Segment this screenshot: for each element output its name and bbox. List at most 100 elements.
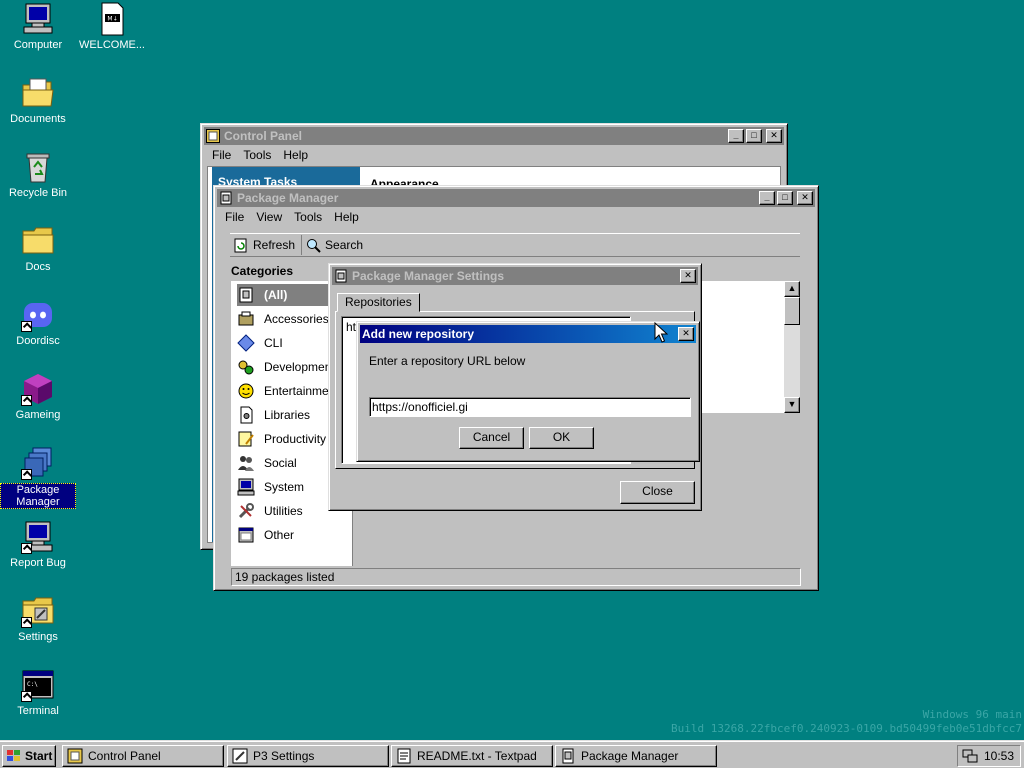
category-other[interactable]: Other <box>237 524 294 546</box>
watermark-build: Build 13268.22fbcef0.240923-0109.bd50499… <box>671 722 1022 735</box>
search-label: Search <box>325 238 364 252</box>
desktop-icon-label: Gameing <box>15 409 61 421</box>
category-social[interactable]: Social <box>237 452 297 474</box>
minimize-button[interactable]: _ <box>759 191 775 205</box>
category-label: Productivity <box>264 432 327 446</box>
scroll-thumb[interactable] <box>784 297 800 325</box>
menu-help[interactable]: Help <box>277 148 314 162</box>
category-libraries[interactable]: Libraries <box>237 404 310 426</box>
package-list-scrollbar[interactable]: ▲ ▼ <box>784 281 800 413</box>
accessories-icon <box>238 311 254 326</box>
taskbar-item-package-manager[interactable]: Package Manager <box>555 745 717 767</box>
category-development[interactable]: Development <box>237 356 335 378</box>
repository-url-input[interactable] <box>369 397 691 417</box>
search-icon <box>307 238 321 253</box>
desktop-icon-label: WELCOME... <box>78 39 145 51</box>
cli-diamond-icon <box>237 334 255 352</box>
desktop-icon-recycle-bin[interactable]: Recycle Bin <box>0 150 76 199</box>
close-button[interactable]: ✕ <box>678 327 694 341</box>
desktop-icon-terminal[interactable]: C:\ Terminal <box>0 668 76 717</box>
taskbar-item-p3-settings[interactable]: P3 Settings <box>227 745 389 767</box>
desktop-icon-docs[interactable]: Docs <box>0 224 76 273</box>
taskbar-item-label: README.txt - Textpad <box>417 749 537 763</box>
category-label: Social <box>264 456 297 470</box>
scroll-down-button[interactable]: ▼ <box>784 397 800 413</box>
package-manager-menubar: File View Tools Help <box>217 207 815 227</box>
close-label: Close <box>642 484 673 498</box>
control-panel-menubar: File Tools Help <box>204 145 784 165</box>
menu-tools[interactable]: Tools <box>288 210 328 224</box>
desktop-icon-doordisc[interactable]: Doordisc <box>0 298 76 347</box>
shortcut-arrow-icon <box>21 395 32 406</box>
control-panel-icon <box>67 748 83 764</box>
menu-tools[interactable]: Tools <box>237 148 277 162</box>
desktop-icon-package-manager[interactable]: Package Manager <box>0 446 76 509</box>
category-productivity[interactable]: Productivity <box>237 428 326 450</box>
terminal-icon: C:\ <box>21 668 55 702</box>
build-watermark: Windows 96 main Build 13268.22fbcef0.240… <box>671 708 1022 736</box>
minimize-button[interactable]: _ <box>728 129 744 143</box>
start-label: Start <box>25 749 53 763</box>
menu-view[interactable]: View <box>250 210 288 224</box>
text-file-icon <box>397 748 411 764</box>
shortcut-arrow-icon <box>21 691 32 702</box>
ok-button[interactable]: OK <box>529 427 594 449</box>
close-settings-button[interactable]: Close <box>620 481 695 504</box>
window-title: Add new repository <box>362 327 475 341</box>
control-panel-titlebar[interactable]: Control Panel _ □ ✕ <box>204 127 784 145</box>
desktop-icon-label: Terminal <box>17 705 59 717</box>
desktop-icon-computer[interactable]: Computer <box>0 2 76 51</box>
package-icon <box>239 287 253 303</box>
tools-icon <box>238 503 254 519</box>
close-button[interactable]: ✕ <box>797 191 813 205</box>
start-button[interactable]: Start <box>2 745 56 767</box>
menu-file[interactable]: File <box>219 210 250 224</box>
discord-icon <box>21 298 55 332</box>
desktop-icon-welcome[interactable]: M↓ WELCOME... <box>74 2 150 51</box>
desktop-icon-label: Docs <box>25 261 51 273</box>
svg-text:M↓: M↓ <box>107 16 117 23</box>
category-system[interactable]: System <box>237 476 304 498</box>
scroll-up-button[interactable]: ▲ <box>784 281 800 297</box>
tray-network-icon[interactable] <box>962 748 978 764</box>
clock[interactable]: 10:53 <box>984 749 1014 763</box>
taskbar-item-textpad[interactable]: README.txt - Textpad <box>391 745 553 767</box>
system-computer-icon <box>237 478 255 496</box>
svg-text:C:\: C:\ <box>27 681 38 688</box>
report-bug-icon <box>21 520 55 554</box>
maximize-button[interactable]: □ <box>746 129 762 143</box>
maximize-button[interactable]: □ <box>777 191 793 205</box>
menu-file[interactable]: File <box>206 148 237 162</box>
category-label: Other <box>264 528 295 542</box>
category-cli[interactable]: CLI <box>237 332 283 354</box>
documents-folder-icon <box>21 76 55 110</box>
category-label: Utilities <box>264 504 303 518</box>
category-entertainment[interactable]: Entertainment <box>237 380 339 402</box>
desktop-icon-gameing[interactable]: Gameing <box>0 372 76 421</box>
package-manager-titlebar[interactable]: Package Manager _ □ ✕ <box>217 189 815 207</box>
close-button[interactable]: ✕ <box>680 269 696 283</box>
package-manager-toolbar: Refresh Search <box>230 233 800 257</box>
categories-heading: Categories <box>231 264 294 278</box>
package-manager-icon <box>21 446 55 480</box>
desktop-icon-settings[interactable]: Settings <box>0 594 76 643</box>
add-repository-dialog[interactable]: Add new repository ✕ Enter a repository … <box>356 321 700 462</box>
watermark-os-name: Windows 96 main <box>922 708 1022 721</box>
settings-dialog-titlebar[interactable]: Package Manager Settings ✕ <box>332 267 698 285</box>
tab-repositories[interactable]: Repositories <box>337 293 420 312</box>
desktop-icon-label: Doordisc <box>16 335 60 347</box>
search-button[interactable]: Search <box>302 235 369 255</box>
category-utilities[interactable]: Utilities <box>237 500 303 522</box>
desktop-icon-report-bug[interactable]: Report Bug <box>0 520 76 569</box>
computer-icon <box>21 2 55 36</box>
refresh-button[interactable]: Refresh <box>230 235 303 255</box>
desktop-icon-documents[interactable]: Documents <box>0 76 76 125</box>
taskbar-item-control-panel[interactable]: Control Panel <box>62 745 224 767</box>
folder-icon <box>21 224 55 258</box>
status-bar: 19 packages listed <box>231 568 801 586</box>
category-accessories[interactable]: Accessories <box>237 308 329 330</box>
close-button[interactable]: ✕ <box>766 129 782 143</box>
menu-help[interactable]: Help <box>328 210 365 224</box>
add-repository-titlebar[interactable]: Add new repository ✕ <box>360 325 696 343</box>
cancel-button[interactable]: Cancel <box>459 427 524 449</box>
